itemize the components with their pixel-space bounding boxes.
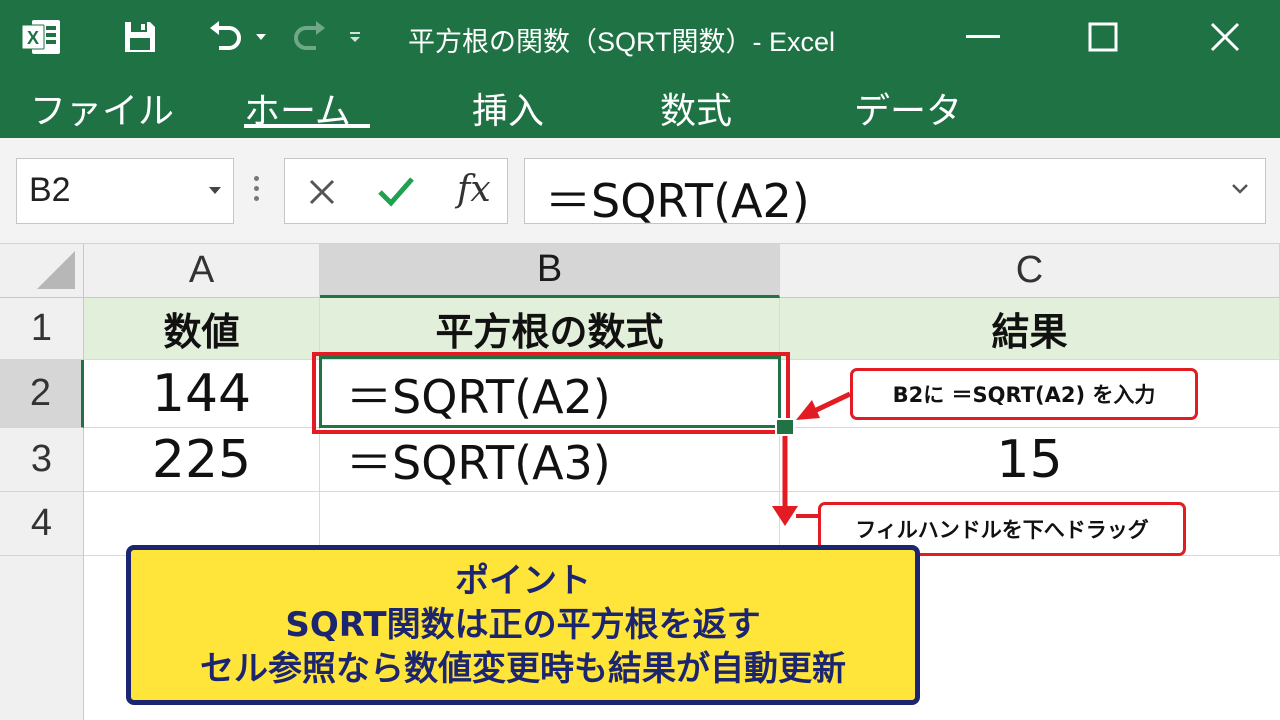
cell-a1[interactable]: 数値 — [84, 298, 320, 360]
cell-c1[interactable]: 結果 — [780, 298, 1280, 360]
tab-insert[interactable]: 挿入 — [472, 82, 544, 134]
point-line-1: SQRT関数は正の平方根を返す — [285, 605, 761, 645]
column-header-b[interactable]: B — [320, 244, 780, 298]
more-options-icon[interactable] — [254, 176, 260, 206]
tab-formulas[interactable]: 数式 — [660, 82, 732, 134]
row-header-filler — [0, 556, 84, 720]
chevron-down-icon[interactable] — [209, 187, 221, 194]
excel-logo-icon: X — [21, 20, 60, 54]
maximize-icon[interactable] — [1076, 14, 1130, 60]
select-all-button[interactable] — [0, 244, 84, 298]
formula-buttons: fx — [284, 158, 508, 224]
highlight-box — [312, 352, 790, 434]
redo-icon[interactable] — [288, 16, 332, 58]
cancel-icon[interactable] — [307, 177, 337, 207]
save-icon[interactable] — [118, 16, 162, 58]
name-box-value: B2 — [29, 171, 71, 209]
customize-qat-icon[interactable] — [346, 16, 364, 58]
minimize-icon[interactable] — [956, 14, 1010, 60]
formula-value: ＝SQRT(A2) — [545, 174, 810, 228]
insert-function-icon[interactable]: fx — [457, 169, 491, 210]
formula-bar: B2 fx ＝SQRT(A2) — [0, 138, 1280, 244]
svg-text:X: X — [27, 28, 39, 48]
name-box[interactable]: B2 — [16, 158, 234, 224]
cell-b1[interactable]: 平方根の数式 — [320, 298, 780, 360]
column-header-c[interactable]: C — [780, 244, 1280, 298]
undo-dropdown-icon[interactable] — [252, 16, 270, 58]
column-header-a[interactable]: A — [84, 244, 320, 298]
row-header-2[interactable]: 2 — [0, 360, 84, 428]
point-box: ポイント SQRT関数は正の平方根を返す セル参照なら数値変更時も結果が自動更新 — [126, 545, 920, 705]
cell-c3[interactable]: 15 — [780, 428, 1280, 492]
ribbon-tabs: ファイル ホーム 挿入 数式 データ — [0, 76, 1280, 138]
fill-handle[interactable] — [775, 418, 795, 436]
point-title: ポイント — [455, 561, 591, 601]
cell-a3[interactable]: 225 — [84, 428, 320, 492]
tab-data[interactable]: データ — [854, 82, 962, 134]
row-header-3[interactable]: 3 — [0, 428, 84, 492]
point-line-2: セル参照なら数値変更時も結果が自動更新 — [200, 649, 846, 689]
callout-input: B2に ＝SQRT(A2) を入力 — [850, 368, 1198, 420]
tab-file[interactable]: ファイル — [30, 82, 174, 134]
close-icon[interactable] — [1198, 14, 1252, 60]
title-bar: X 平方根の関数（SQRT関数）- Excel — [0, 0, 1280, 76]
formula-input[interactable]: ＝SQRT(A2) — [524, 158, 1266, 228]
active-tab-indicator — [244, 124, 370, 128]
row-header-1[interactable]: 1 — [0, 298, 84, 360]
cell-a2[interactable]: 144 — [84, 360, 320, 428]
window-title: 平方根の関数（SQRT関数）- Excel — [408, 27, 836, 57]
row-header-4[interactable]: 4 — [0, 492, 84, 556]
undo-icon[interactable] — [200, 16, 250, 58]
expand-formula-bar-icon[interactable] — [1231, 183, 1249, 195]
cell-b3[interactable]: ＝SQRT(A3) — [320, 428, 780, 492]
enter-check-icon[interactable] — [377, 175, 415, 207]
